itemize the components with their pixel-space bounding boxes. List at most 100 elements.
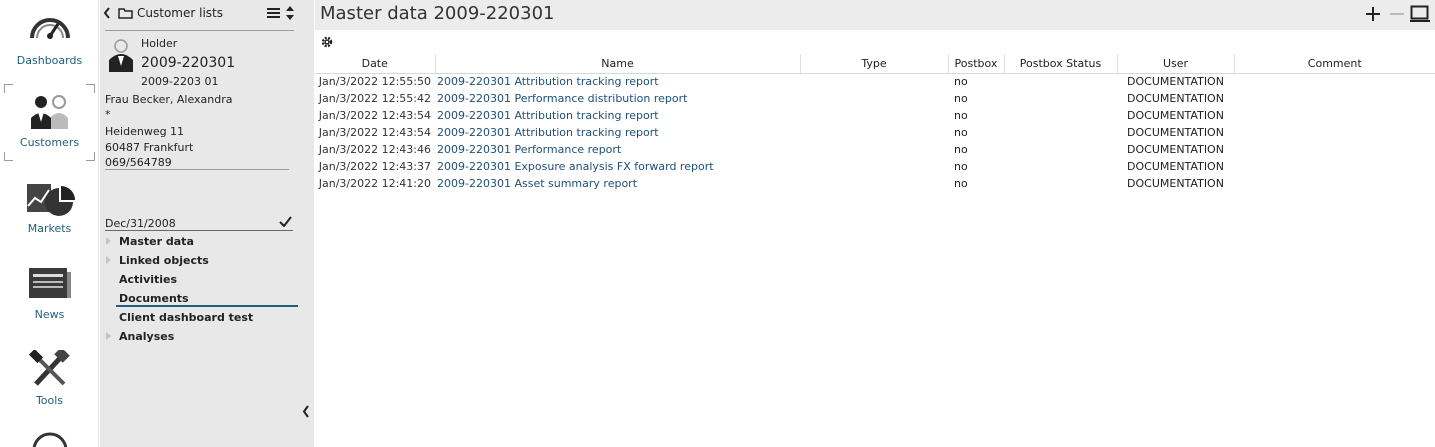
cell-date: Jan/3/2022 12:43:54 bbox=[318, 109, 431, 122]
cell-postbox-status bbox=[1004, 90, 1117, 107]
title-bar: Master data 2009-220301 bbox=[315, 0, 1435, 30]
cell-user: DOCUMENTATION bbox=[1127, 109, 1224, 122]
cell-user: DOCUMENTATION bbox=[1127, 92, 1224, 105]
cell-comment bbox=[1234, 124, 1435, 141]
expand-arrow-icon[interactable] bbox=[106, 237, 111, 245]
panel-header: Customer lists bbox=[100, 0, 314, 31]
cell-comment bbox=[1234, 107, 1435, 124]
selection-corner-bottom-left bbox=[4, 152, 13, 161]
cell-postbox-status bbox=[1004, 158, 1117, 175]
cell-user: DOCUMENTATION bbox=[1127, 160, 1224, 173]
cell-type bbox=[800, 158, 948, 175]
newspaper-icon bbox=[28, 268, 71, 298]
cell-comment bbox=[1234, 141, 1435, 158]
as-of-date[interactable]: Dec/31/2008 bbox=[105, 217, 176, 230]
table-row[interactable]: Jan/3/2022 12:43:46 2009-220301 Performa… bbox=[315, 141, 1435, 158]
tree-item-client-dashboard-test[interactable]: Client dashboard test bbox=[119, 311, 253, 324]
gear-icon[interactable] bbox=[321, 36, 333, 48]
collapse-panel-icon[interactable] bbox=[302, 405, 310, 418]
cell-name[interactable]: 2009-220301 Performance report bbox=[435, 141, 800, 158]
people-icon bbox=[30, 95, 68, 129]
tree-item-linked-objects[interactable]: Linked objects bbox=[119, 254, 209, 267]
speedometer-icon bbox=[32, 432, 67, 447]
table-row[interactable]: Jan/3/2022 12:43:54 2009-220301 Attribut… bbox=[315, 124, 1435, 141]
cell-postbox: no bbox=[954, 109, 968, 122]
cell-comment bbox=[1234, 175, 1435, 192]
tree-item-documents[interactable]: Documents bbox=[119, 292, 189, 305]
cell-postbox-status bbox=[1004, 124, 1117, 141]
nav-item-markets[interactable]: Markets bbox=[0, 180, 99, 235]
tools-icon bbox=[28, 350, 70, 386]
column-header-postbox[interactable]: Postbox bbox=[948, 54, 1005, 74]
column-header-date[interactable]: Date bbox=[315, 54, 436, 74]
column-header-user[interactable]: User bbox=[1117, 54, 1235, 74]
plus-icon[interactable] bbox=[1366, 7, 1380, 21]
avatar bbox=[109, 39, 133, 72]
column-header-type[interactable]: Type bbox=[800, 54, 949, 74]
tree-item-activities[interactable]: Activities bbox=[119, 273, 177, 286]
cell-name[interactable]: 2009-220301 Performance distribution rep… bbox=[435, 90, 800, 107]
folder-icon bbox=[118, 8, 133, 19]
cell-name[interactable]: 2009-220301 Exposure analysis FX forward… bbox=[435, 158, 800, 175]
sort-icon[interactable] bbox=[286, 6, 294, 20]
phone: 069/564789 bbox=[105, 156, 172, 169]
table-row[interactable]: Jan/3/2022 12:55:50 2009-220301 Attribut… bbox=[315, 73, 1435, 90]
cell-comment bbox=[1234, 73, 1435, 90]
cell-name[interactable]: 2009-220301 Asset summary report bbox=[435, 175, 800, 192]
cell-name[interactable]: 2009-220301 Attribution tracking report bbox=[435, 124, 800, 141]
cell-postbox: no bbox=[954, 126, 968, 139]
table-row[interactable]: Jan/3/2022 12:55:42 2009-220301 Performa… bbox=[315, 90, 1435, 107]
cell-postbox: no bbox=[954, 177, 968, 190]
tree-item-master-data[interactable]: Master data bbox=[119, 235, 194, 248]
cell-postbox-status bbox=[1004, 107, 1117, 124]
cell-comment bbox=[1234, 90, 1435, 107]
tree-item-analyses[interactable]: Analyses bbox=[119, 330, 174, 343]
cell-user: DOCUMENTATION bbox=[1127, 126, 1224, 139]
cell-user: DOCUMENTATION bbox=[1127, 143, 1224, 156]
menu-icon[interactable] bbox=[267, 7, 280, 19]
documents-table: Date Name Type Postbox Postbox Status Us… bbox=[315, 54, 1435, 192]
cell-date: Jan/3/2022 12:55:42 bbox=[318, 92, 431, 105]
holder-label: Holder bbox=[141, 37, 178, 50]
table-row[interactable]: Jan/3/2022 12:43:54 2009-220301 Attribut… bbox=[315, 107, 1435, 124]
asterisk-line: * bbox=[105, 108, 111, 121]
minus-icon[interactable] bbox=[1390, 7, 1404, 21]
nav-item-more[interactable] bbox=[0, 432, 99, 447]
selection-corner-top-left bbox=[4, 84, 13, 93]
expand-arrow-icon[interactable] bbox=[106, 256, 111, 264]
customer-name: Frau Becker, Alexandra bbox=[105, 93, 233, 106]
column-header-comment[interactable]: Comment bbox=[1234, 54, 1435, 74]
cell-type bbox=[800, 73, 948, 90]
city: 60487 Frankfurt bbox=[105, 141, 194, 154]
back-arrow-icon[interactable] bbox=[103, 7, 111, 19]
cell-postbox: no bbox=[954, 92, 968, 105]
table-row[interactable]: Jan/3/2022 12:41:20 2009-220301 Asset su… bbox=[315, 175, 1435, 192]
customer-panel: Customer lists Holder 2009-220301 2009-2… bbox=[100, 0, 314, 447]
panel-title[interactable]: Customer lists bbox=[137, 6, 223, 20]
cell-name[interactable]: 2009-220301 Attribution tracking report bbox=[435, 107, 800, 124]
checkmark-icon[interactable] bbox=[279, 216, 292, 227]
selection-corner-bottom-right bbox=[86, 152, 95, 161]
cell-name[interactable]: 2009-220301 Attribution tracking report bbox=[435, 73, 800, 90]
nav-item-customers[interactable]: Customers bbox=[0, 94, 99, 149]
selection-corner-top-right bbox=[86, 84, 95, 93]
column-header-name[interactable]: Name bbox=[435, 54, 801, 74]
column-header-postbox-status[interactable]: Postbox Status bbox=[1004, 54, 1118, 74]
main-nav: Dashboards Customers Markets News Tools bbox=[0, 0, 99, 447]
cell-type bbox=[800, 107, 948, 124]
cell-postbox-status bbox=[1004, 141, 1117, 158]
nav-item-tools[interactable]: Tools bbox=[0, 350, 99, 407]
nav-label-markets: Markets bbox=[27, 222, 72, 235]
expand-arrow-icon[interactable] bbox=[106, 332, 111, 340]
cell-date: Jan/3/2022 12:41:20 bbox=[318, 177, 431, 190]
window-icon[interactable] bbox=[1410, 5, 1430, 23]
main-content: Master data 2009-220301 Date Name Type P… bbox=[315, 0, 1435, 447]
address-divider bbox=[105, 169, 289, 170]
speedometer-icon bbox=[29, 18, 70, 39]
cell-postbox: no bbox=[954, 160, 968, 173]
chart-icon bbox=[26, 184, 75, 216]
nav-item-dashboards[interactable]: Dashboards bbox=[0, 8, 99, 67]
cell-comment bbox=[1234, 158, 1435, 175]
nav-item-news[interactable]: News bbox=[0, 266, 99, 321]
table-row[interactable]: Jan/3/2022 12:43:37 2009-220301 Exposure… bbox=[315, 158, 1435, 175]
